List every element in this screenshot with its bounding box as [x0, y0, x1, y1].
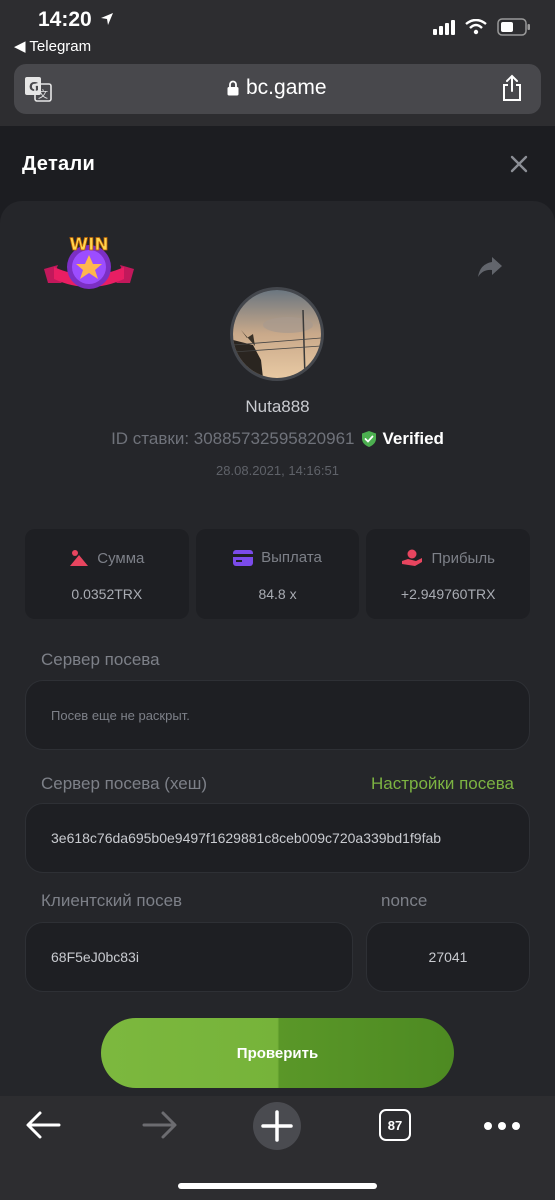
stat-profit: Прибыль +2.949760TRX — [366, 529, 531, 619]
stat-payout: Выплата 84.8 x — [195, 529, 360, 619]
username: Nuta888 — [245, 397, 310, 416]
browser-toolbar: 87 — [0, 1096, 555, 1200]
svg-text:WIN: WIN — [69, 235, 108, 255]
url-text[interactable]: bc.game — [246, 76, 327, 100]
server-seed-field[interactable]: Посев еще не раскрыт. — [25, 680, 530, 750]
stat-profit-label: Прибыль — [431, 549, 495, 567]
stat-payout-value: 84.8 x — [258, 586, 297, 602]
status-icons — [433, 18, 531, 36]
back-to-app-link[interactable]: ◀ Telegram — [14, 37, 91, 55]
bet-details-card: WIN Nuta888 ID ставки: 30885732595820961… — [0, 201, 555, 1101]
stat-profit-value: +2.949760TRX — [400, 586, 496, 602]
location-arrow-icon — [101, 13, 113, 25]
client-seed-label: Клиентский посев — [41, 891, 183, 910]
wifi-icon — [465, 19, 487, 35]
client-seed-field[interactable]: 68F5eJ0bc83i — [25, 922, 353, 992]
stat-payout-label: Выплата — [261, 549, 322, 566]
bet-datetime: 28.08.2021, 14:16:51 — [216, 463, 339, 478]
seed-settings-link[interactable]: Настройки посева — [371, 774, 514, 794]
status-time: 14:20 — [38, 8, 92, 31]
shield-check-icon — [361, 431, 376, 447]
payout-icon — [233, 549, 254, 566]
plus-icon — [261, 1110, 293, 1142]
more-menu-icon[interactable] — [484, 1122, 520, 1130]
verified-badge: Verified — [361, 429, 444, 449]
verified-label: Verified — [382, 429, 444, 448]
share-bet-icon[interactable] — [477, 256, 503, 278]
tabs-count-button[interactable]: 87 — [379, 1109, 411, 1141]
battery-icon — [497, 18, 530, 36]
svg-text:文: 文 — [38, 88, 48, 101]
profit-icon — [402, 549, 423, 566]
avatar-image — [233, 290, 321, 378]
nonce-field[interactable]: 27041 — [366, 922, 530, 992]
details-modal: Детали WIN Nuta888 ID ставки: 3088573259… — [0, 126, 555, 1101]
share-icon[interactable] — [501, 74, 523, 102]
amount-icon — [70, 550, 89, 566]
server-hash-label: Сервер посева (хеш) — [41, 774, 208, 793]
forward-arrow-icon — [142, 1111, 177, 1139]
close-icon[interactable] — [509, 154, 529, 174]
stat-amount-label: Сумма — [97, 549, 145, 567]
verify-button[interactable]: Проверить — [101, 1018, 454, 1088]
stat-amount: Сумма 0.0352TRX — [25, 529, 189, 619]
new-tab-button[interactable] — [253, 1102, 301, 1150]
cellular-signal-icon — [433, 20, 455, 35]
server-seed-label: Сервер посева — [41, 650, 160, 669]
translate-icon[interactable]: G 文 — [24, 76, 52, 102]
stats-row: Сумма 0.0352TRX Выплата 84.8 x Прибыль +… — [25, 529, 531, 619]
bet-id: ID ставки: 30885732595820961 — [111, 429, 355, 448]
lock-icon — [227, 80, 239, 96]
stat-amount-value: 0.0352TRX — [71, 586, 143, 602]
home-indicator — [178, 1183, 377, 1189]
nonce-label: nonce — [381, 891, 428, 910]
back-arrow-icon[interactable] — [25, 1110, 61, 1140]
server-hash-field[interactable]: 3e618c76da695b0e9497f1629881c8ceb009c720… — [25, 803, 530, 873]
avatar — [230, 287, 324, 381]
browser-chrome: 14:20 ◀ Telegram G 文 bc.game — [0, 0, 555, 126]
modal-title: Детали — [22, 153, 96, 175]
win-badge-icon: WIN — [44, 235, 134, 289]
address-bar[interactable]: G 文 bc.game — [14, 64, 541, 114]
bet-id-row: ID ставки: 30885732595820961 Verified — [0, 429, 555, 449]
